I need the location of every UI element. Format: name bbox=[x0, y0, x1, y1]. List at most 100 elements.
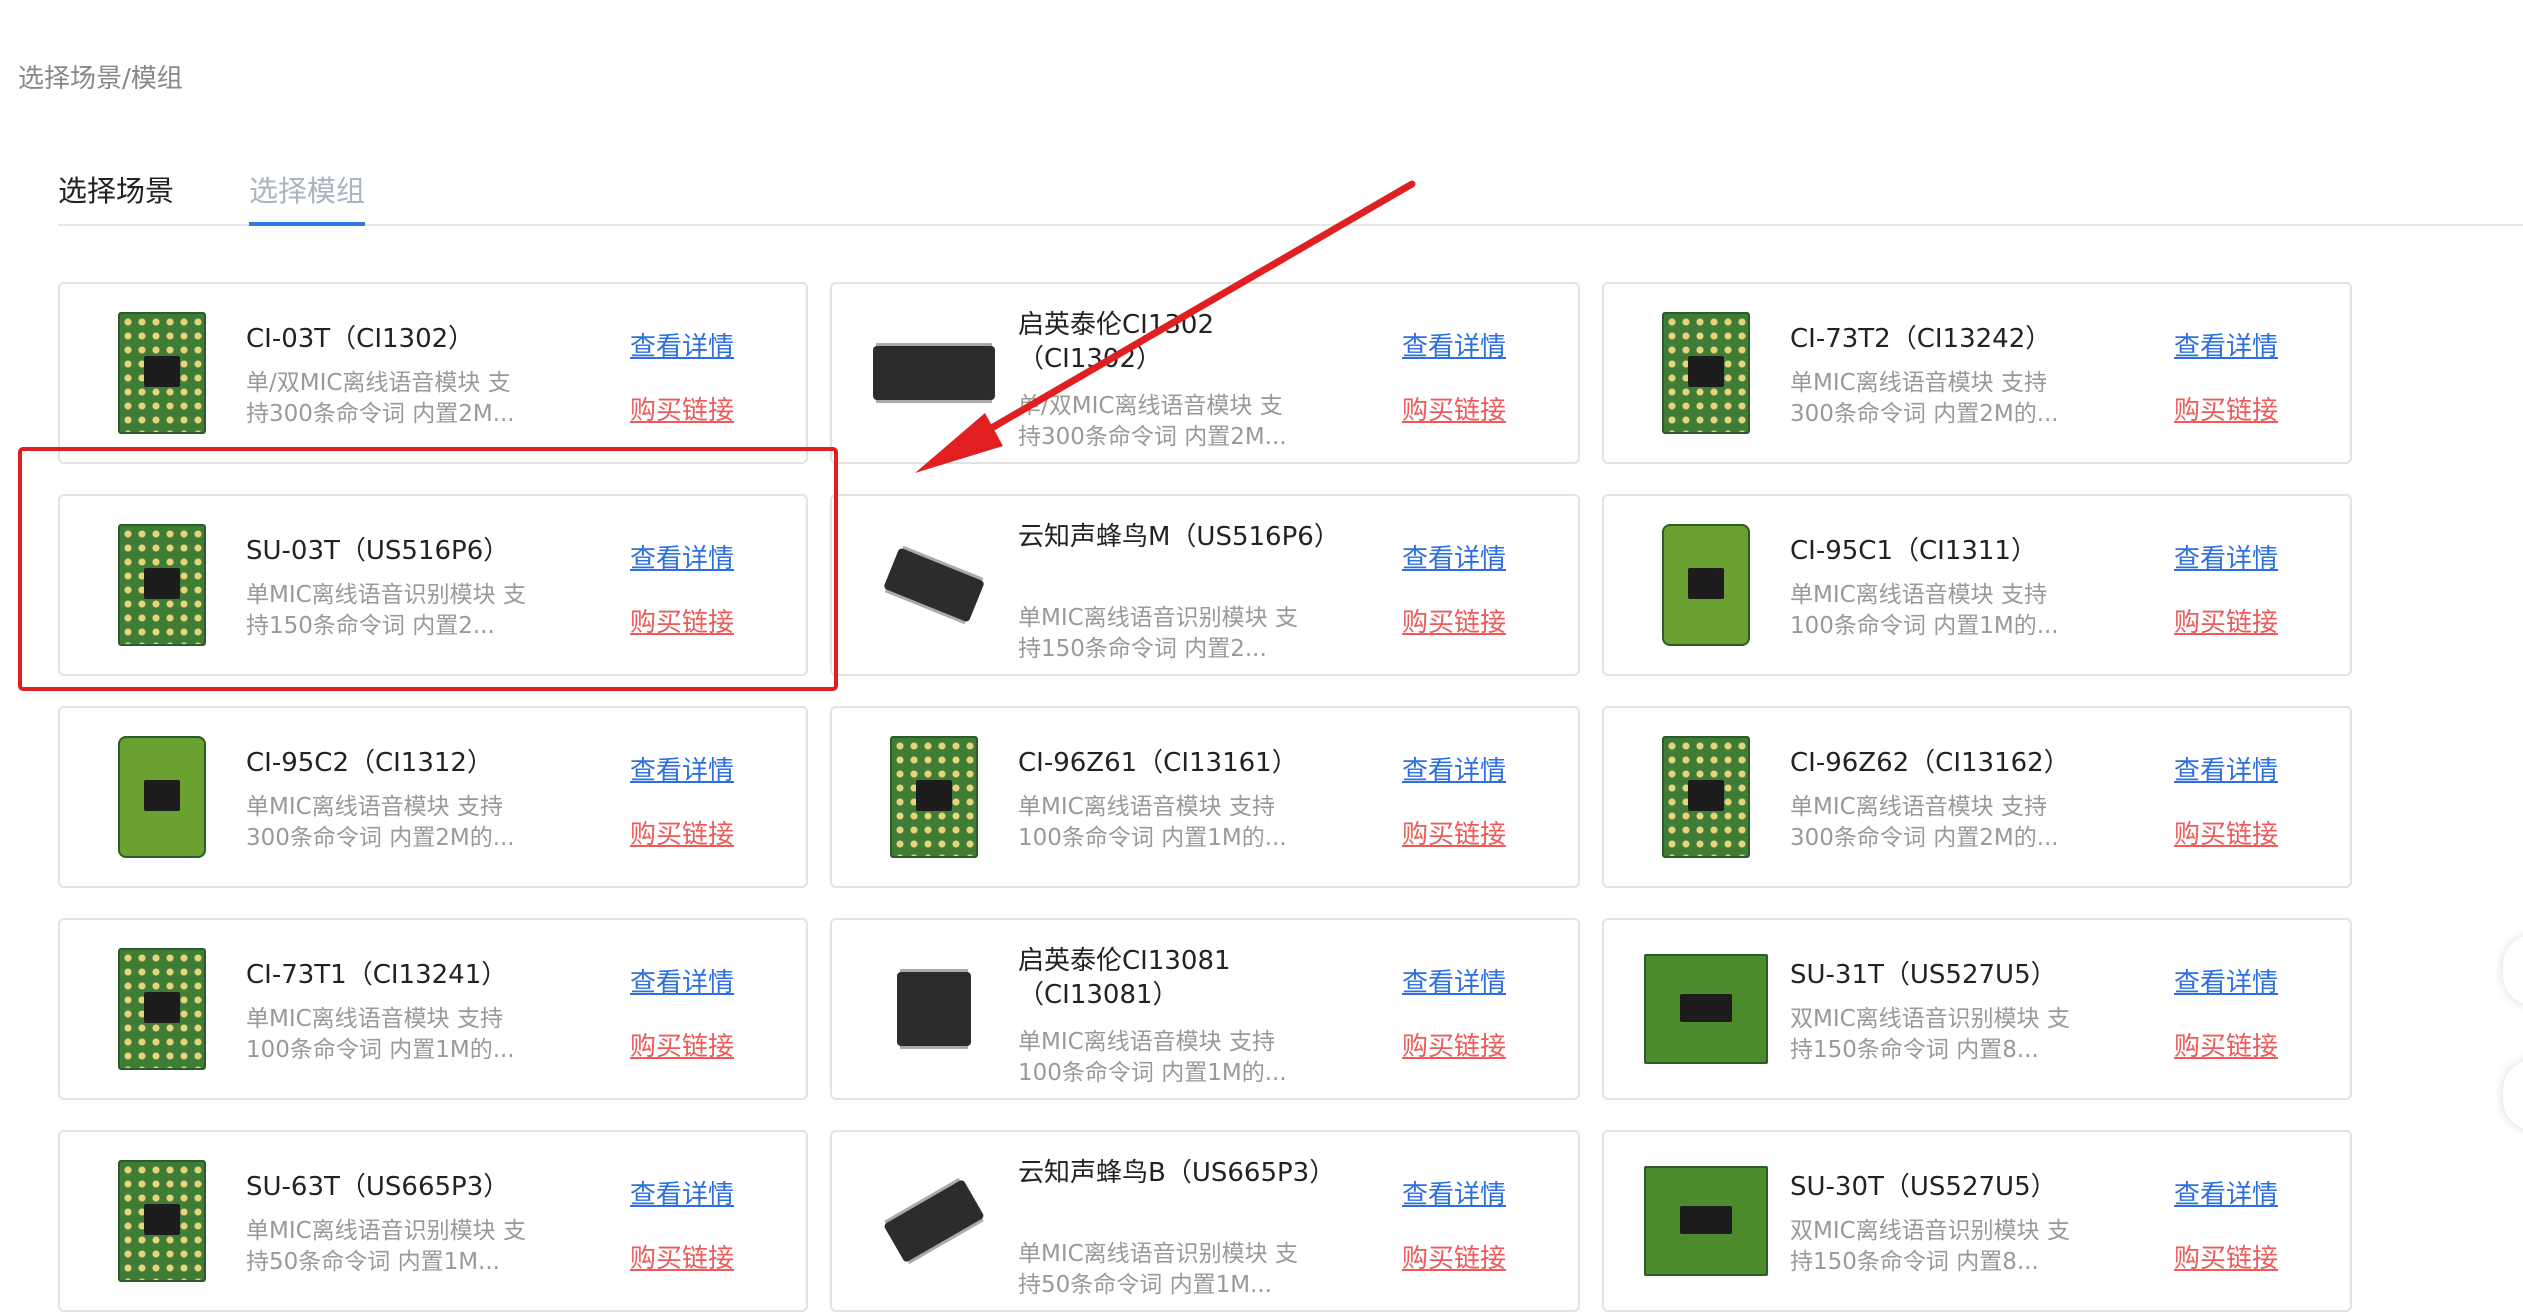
buy-link[interactable]: 购买链接 bbox=[2174, 814, 2278, 851]
module-desc: 单MIC离线语音模块 支持100条命令词 内置1M的... bbox=[1018, 1029, 1287, 1086]
module-title: CI-73T1（CI13241） bbox=[246, 960, 508, 990]
module-desc: 单/双MIC离线语音模块 支持300条命令词 内置2M... bbox=[1018, 393, 1287, 450]
module-title: 云知声蜂鸟B（US665P3） bbox=[1018, 1158, 1336, 1188]
module-desc: 单MIC离线语音识别模块 支持50条命令词 内置1M... bbox=[1018, 1241, 1298, 1298]
buy-link[interactable]: 购买链接 bbox=[1402, 390, 1506, 427]
buy-link[interactable]: 购买链接 bbox=[1402, 1238, 1506, 1275]
module-image bbox=[1644, 523, 1768, 647]
pcb-icon bbox=[118, 736, 206, 858]
module-image bbox=[100, 523, 224, 647]
module-desc: 单MIC离线语音模块 支持300条命令词 内置2M的... bbox=[1790, 370, 2059, 427]
floating-button[interactable] bbox=[2503, 935, 2523, 1005]
pcb-icon bbox=[1644, 954, 1768, 1064]
module-title: CI-03T（CI1302） bbox=[246, 324, 475, 354]
module-image bbox=[1644, 947, 1768, 1071]
tab-select-scene[interactable]: 选择场景 bbox=[58, 168, 174, 224]
module-card[interactable]: CI-03T（CI1302） 单/双MIC离线语音模块 支持300条命令词 内置… bbox=[58, 282, 808, 464]
module-title: SU-30T（US527U5） bbox=[1790, 1172, 2057, 1202]
module-title: CI-95C2（CI1312） bbox=[246, 748, 493, 778]
module-title: CI-73T2（CI13242） bbox=[1790, 324, 2052, 354]
pcb-icon bbox=[1662, 736, 1750, 858]
tab-bar: 选择场景 选择模组 bbox=[58, 162, 2523, 226]
buy-link[interactable]: 购买链接 bbox=[2174, 602, 2278, 639]
view-details-link[interactable]: 查看详情 bbox=[1402, 538, 1506, 575]
module-card[interactable]: 启英泰伦CI1302（CI1302） 单/双MIC离线语音模块 支持300条命令… bbox=[830, 282, 1580, 464]
chip-icon bbox=[873, 346, 995, 400]
view-details-link[interactable]: 查看详情 bbox=[630, 962, 734, 999]
module-image bbox=[872, 947, 996, 1071]
module-card[interactable]: CI-96Z62（CI13162） 单MIC离线语音模块 支持300条命令词 内… bbox=[1602, 706, 2352, 888]
pcb-icon bbox=[118, 1160, 206, 1282]
tab-select-module[interactable]: 选择模组 bbox=[249, 168, 366, 226]
view-details-link[interactable]: 查看详情 bbox=[630, 750, 734, 787]
module-desc: 双MIC离线语音识别模块 支持150条命令词 内置8... bbox=[1790, 1006, 2070, 1063]
chip-icon bbox=[883, 547, 985, 623]
module-card[interactable]: 云知声蜂鸟M（US516P6） 单MIC离线语音识别模块 支持150条命令词 内… bbox=[830, 494, 1580, 676]
active-tab-indicator bbox=[249, 222, 366, 226]
module-image bbox=[872, 523, 996, 647]
pcb-icon bbox=[118, 524, 206, 646]
buy-link[interactable]: 购买链接 bbox=[2174, 1238, 2278, 1275]
module-card[interactable]: CI-96Z61（CI13161） 单MIC离线语音模块 支持100条命令词 内… bbox=[830, 706, 1580, 888]
buy-link[interactable]: 购买链接 bbox=[630, 390, 734, 427]
module-image bbox=[100, 947, 224, 1071]
module-image bbox=[872, 311, 996, 435]
view-details-link[interactable]: 查看详情 bbox=[1402, 1174, 1506, 1211]
buy-link[interactable]: 购买链接 bbox=[2174, 390, 2278, 427]
module-image bbox=[100, 1159, 224, 1283]
module-desc: 单MIC离线语音识别模块 支持150条命令词 内置2... bbox=[246, 582, 526, 639]
view-details-link[interactable]: 查看详情 bbox=[2174, 538, 2278, 575]
module-title: CI-95C1（CI1311） bbox=[1790, 536, 2037, 566]
module-title: SU-03T（US516P6） bbox=[246, 536, 510, 566]
buy-link[interactable]: 购买链接 bbox=[630, 1026, 734, 1063]
module-title: 云知声蜂鸟M（US516P6） bbox=[1018, 522, 1340, 552]
floating-button[interactable] bbox=[2503, 1060, 2523, 1130]
view-details-link[interactable]: 查看详情 bbox=[2174, 962, 2278, 999]
buy-link[interactable]: 购买链接 bbox=[630, 814, 734, 851]
breadcrumb: 选择场景/模组 bbox=[18, 64, 183, 94]
module-card[interactable]: CI-95C2（CI1312） 单MIC离线语音模块 支持300条命令词 内置2… bbox=[58, 706, 808, 888]
tab-select-module-label: 选择模组 bbox=[249, 174, 366, 208]
pcb-icon bbox=[1644, 1166, 1768, 1276]
module-card[interactable]: CI-73T2（CI13242） 单MIC离线语音模块 支持300条命令词 内置… bbox=[1602, 282, 2352, 464]
chip-icon bbox=[883, 1178, 985, 1264]
module-desc: 单MIC离线语音模块 支持100条命令词 内置1M的... bbox=[1018, 794, 1287, 851]
pcb-icon bbox=[118, 312, 206, 434]
buy-link[interactable]: 购买链接 bbox=[1402, 602, 1506, 639]
pcb-icon bbox=[890, 736, 978, 858]
module-card[interactable]: 启英泰伦CI13081（CI13081） 单MIC离线语音模块 支持100条命令… bbox=[830, 918, 1580, 1100]
module-card[interactable]: SU-63T（US665P3） 单MIC离线语音识别模块 支持50条命令词 内置… bbox=[58, 1130, 808, 1312]
module-card[interactable]: CI-73T1（CI13241） 单MIC离线语音模块 支持100条命令词 内置… bbox=[58, 918, 808, 1100]
view-details-link[interactable]: 查看详情 bbox=[2174, 1174, 2278, 1211]
module-card[interactable]: SU-31T（US527U5） 双MIC离线语音识别模块 支持150条命令词 内… bbox=[1602, 918, 2352, 1100]
buy-link[interactable]: 购买链接 bbox=[2174, 1026, 2278, 1063]
view-details-link[interactable]: 查看详情 bbox=[1402, 962, 1506, 999]
buy-link[interactable]: 购买链接 bbox=[1402, 814, 1506, 851]
pcb-icon bbox=[1662, 312, 1750, 434]
module-image bbox=[100, 311, 224, 435]
module-desc: 单MIC离线语音模块 支持300条命令词 内置2M的... bbox=[1790, 794, 2059, 851]
module-image bbox=[872, 735, 996, 859]
module-desc: 双MIC离线语音识别模块 支持150条命令词 内置8... bbox=[1790, 1218, 2070, 1275]
view-details-link[interactable]: 查看详情 bbox=[630, 326, 734, 363]
view-details-link[interactable]: 查看详情 bbox=[1402, 750, 1506, 787]
module-title: SU-31T（US527U5） bbox=[1790, 960, 2057, 990]
module-desc: 单/双MIC离线语音模块 支持300条命令词 内置2M... bbox=[246, 370, 515, 427]
buy-link[interactable]: 购买链接 bbox=[630, 1238, 734, 1275]
view-details-link[interactable]: 查看详情 bbox=[630, 538, 734, 575]
view-details-link[interactable]: 查看详情 bbox=[2174, 326, 2278, 363]
module-desc: 单MIC离线语音模块 支持100条命令词 内置1M的... bbox=[1790, 582, 2059, 639]
view-details-link[interactable]: 查看详情 bbox=[2174, 750, 2278, 787]
pcb-icon bbox=[118, 948, 206, 1070]
module-card[interactable]: 云知声蜂鸟B（US665P3） 单MIC离线语音识别模块 支持50条命令词 内置… bbox=[830, 1130, 1580, 1312]
module-card[interactable]: SU-30T（US527U5） 双MIC离线语音识别模块 支持150条命令词 内… bbox=[1602, 1130, 2352, 1312]
module-card[interactable]: SU-03T（US516P6） 单MIC离线语音识别模块 支持150条命令词 内… bbox=[58, 494, 808, 676]
view-details-link[interactable]: 查看详情 bbox=[630, 1174, 734, 1211]
module-desc: 单MIC离线语音模块 支持100条命令词 内置1M的... bbox=[246, 1006, 515, 1063]
module-card[interactable]: CI-95C1（CI1311） 单MIC离线语音模块 支持100条命令词 内置1… bbox=[1602, 494, 2352, 676]
view-details-link[interactable]: 查看详情 bbox=[1402, 326, 1506, 363]
buy-link[interactable]: 购买链接 bbox=[630, 602, 734, 639]
buy-link[interactable]: 购买链接 bbox=[1402, 1026, 1506, 1063]
module-desc: 单MIC离线语音模块 支持300条命令词 内置2M的... bbox=[246, 794, 515, 851]
module-title: SU-63T（US665P3） bbox=[246, 1172, 510, 1202]
